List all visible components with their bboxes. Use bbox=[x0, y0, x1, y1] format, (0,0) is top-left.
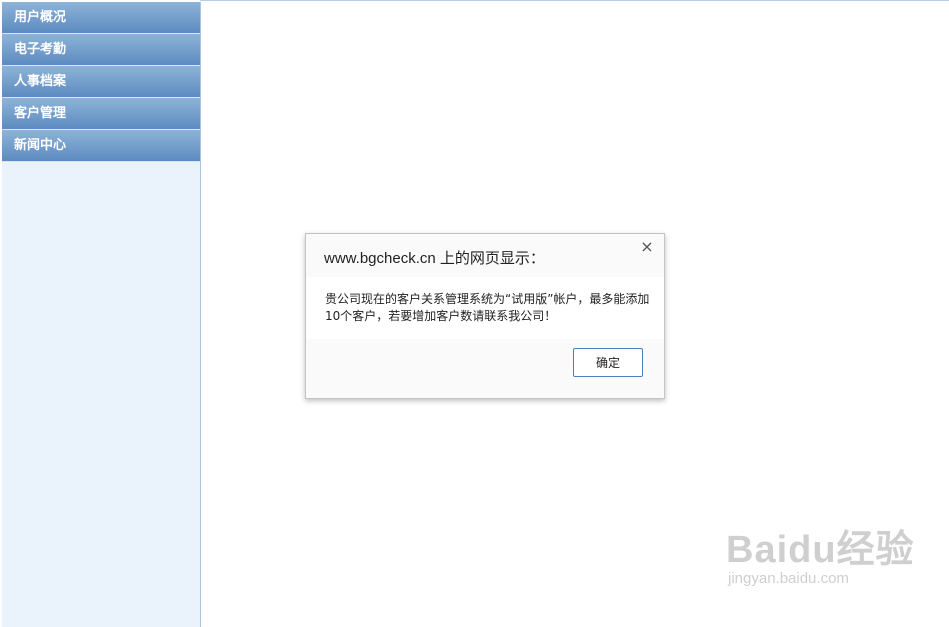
watermark-url: jingyan.baidu.com bbox=[728, 570, 849, 587]
dialog-body: 贵公司现在的客户关系管理系统为“试用版”帐户，最多能添加10个客户，若要增加客户… bbox=[306, 277, 664, 339]
ok-button[interactable]: 确定 bbox=[573, 348, 643, 377]
top-border-line bbox=[200, 0, 949, 1]
sidebar-item-hr-records[interactable]: 人事档案 bbox=[2, 66, 200, 98]
sidebar-item-customer-management[interactable]: 客户管理 bbox=[2, 98, 200, 130]
sidebar-item-attendance[interactable]: 电子考勤 bbox=[2, 34, 200, 66]
sidebar: 用户概况 电子考勤 人事档案 客户管理 新闻中心 bbox=[2, 2, 201, 627]
close-icon[interactable]: × bbox=[639, 239, 655, 255]
alert-dialog: www.bgcheck.cn 上的网页显示： × 贵公司现在的客户关系管理系统为… bbox=[305, 233, 665, 399]
watermark: Baidu经验 jingyan.baidu.com bbox=[726, 530, 915, 588]
dialog-message: 贵公司现在的客户关系管理系统为“试用版”帐户，最多能添加10个客户，若要增加客户… bbox=[325, 292, 650, 323]
dialog-title: www.bgcheck.cn 上的网页显示： bbox=[324, 250, 545, 267]
sidebar-item-user-overview[interactable]: 用户概况 bbox=[2, 2, 200, 34]
sidebar-item-news-center[interactable]: 新闻中心 bbox=[2, 130, 200, 162]
watermark-brand: Baidu经验 bbox=[726, 529, 915, 571]
